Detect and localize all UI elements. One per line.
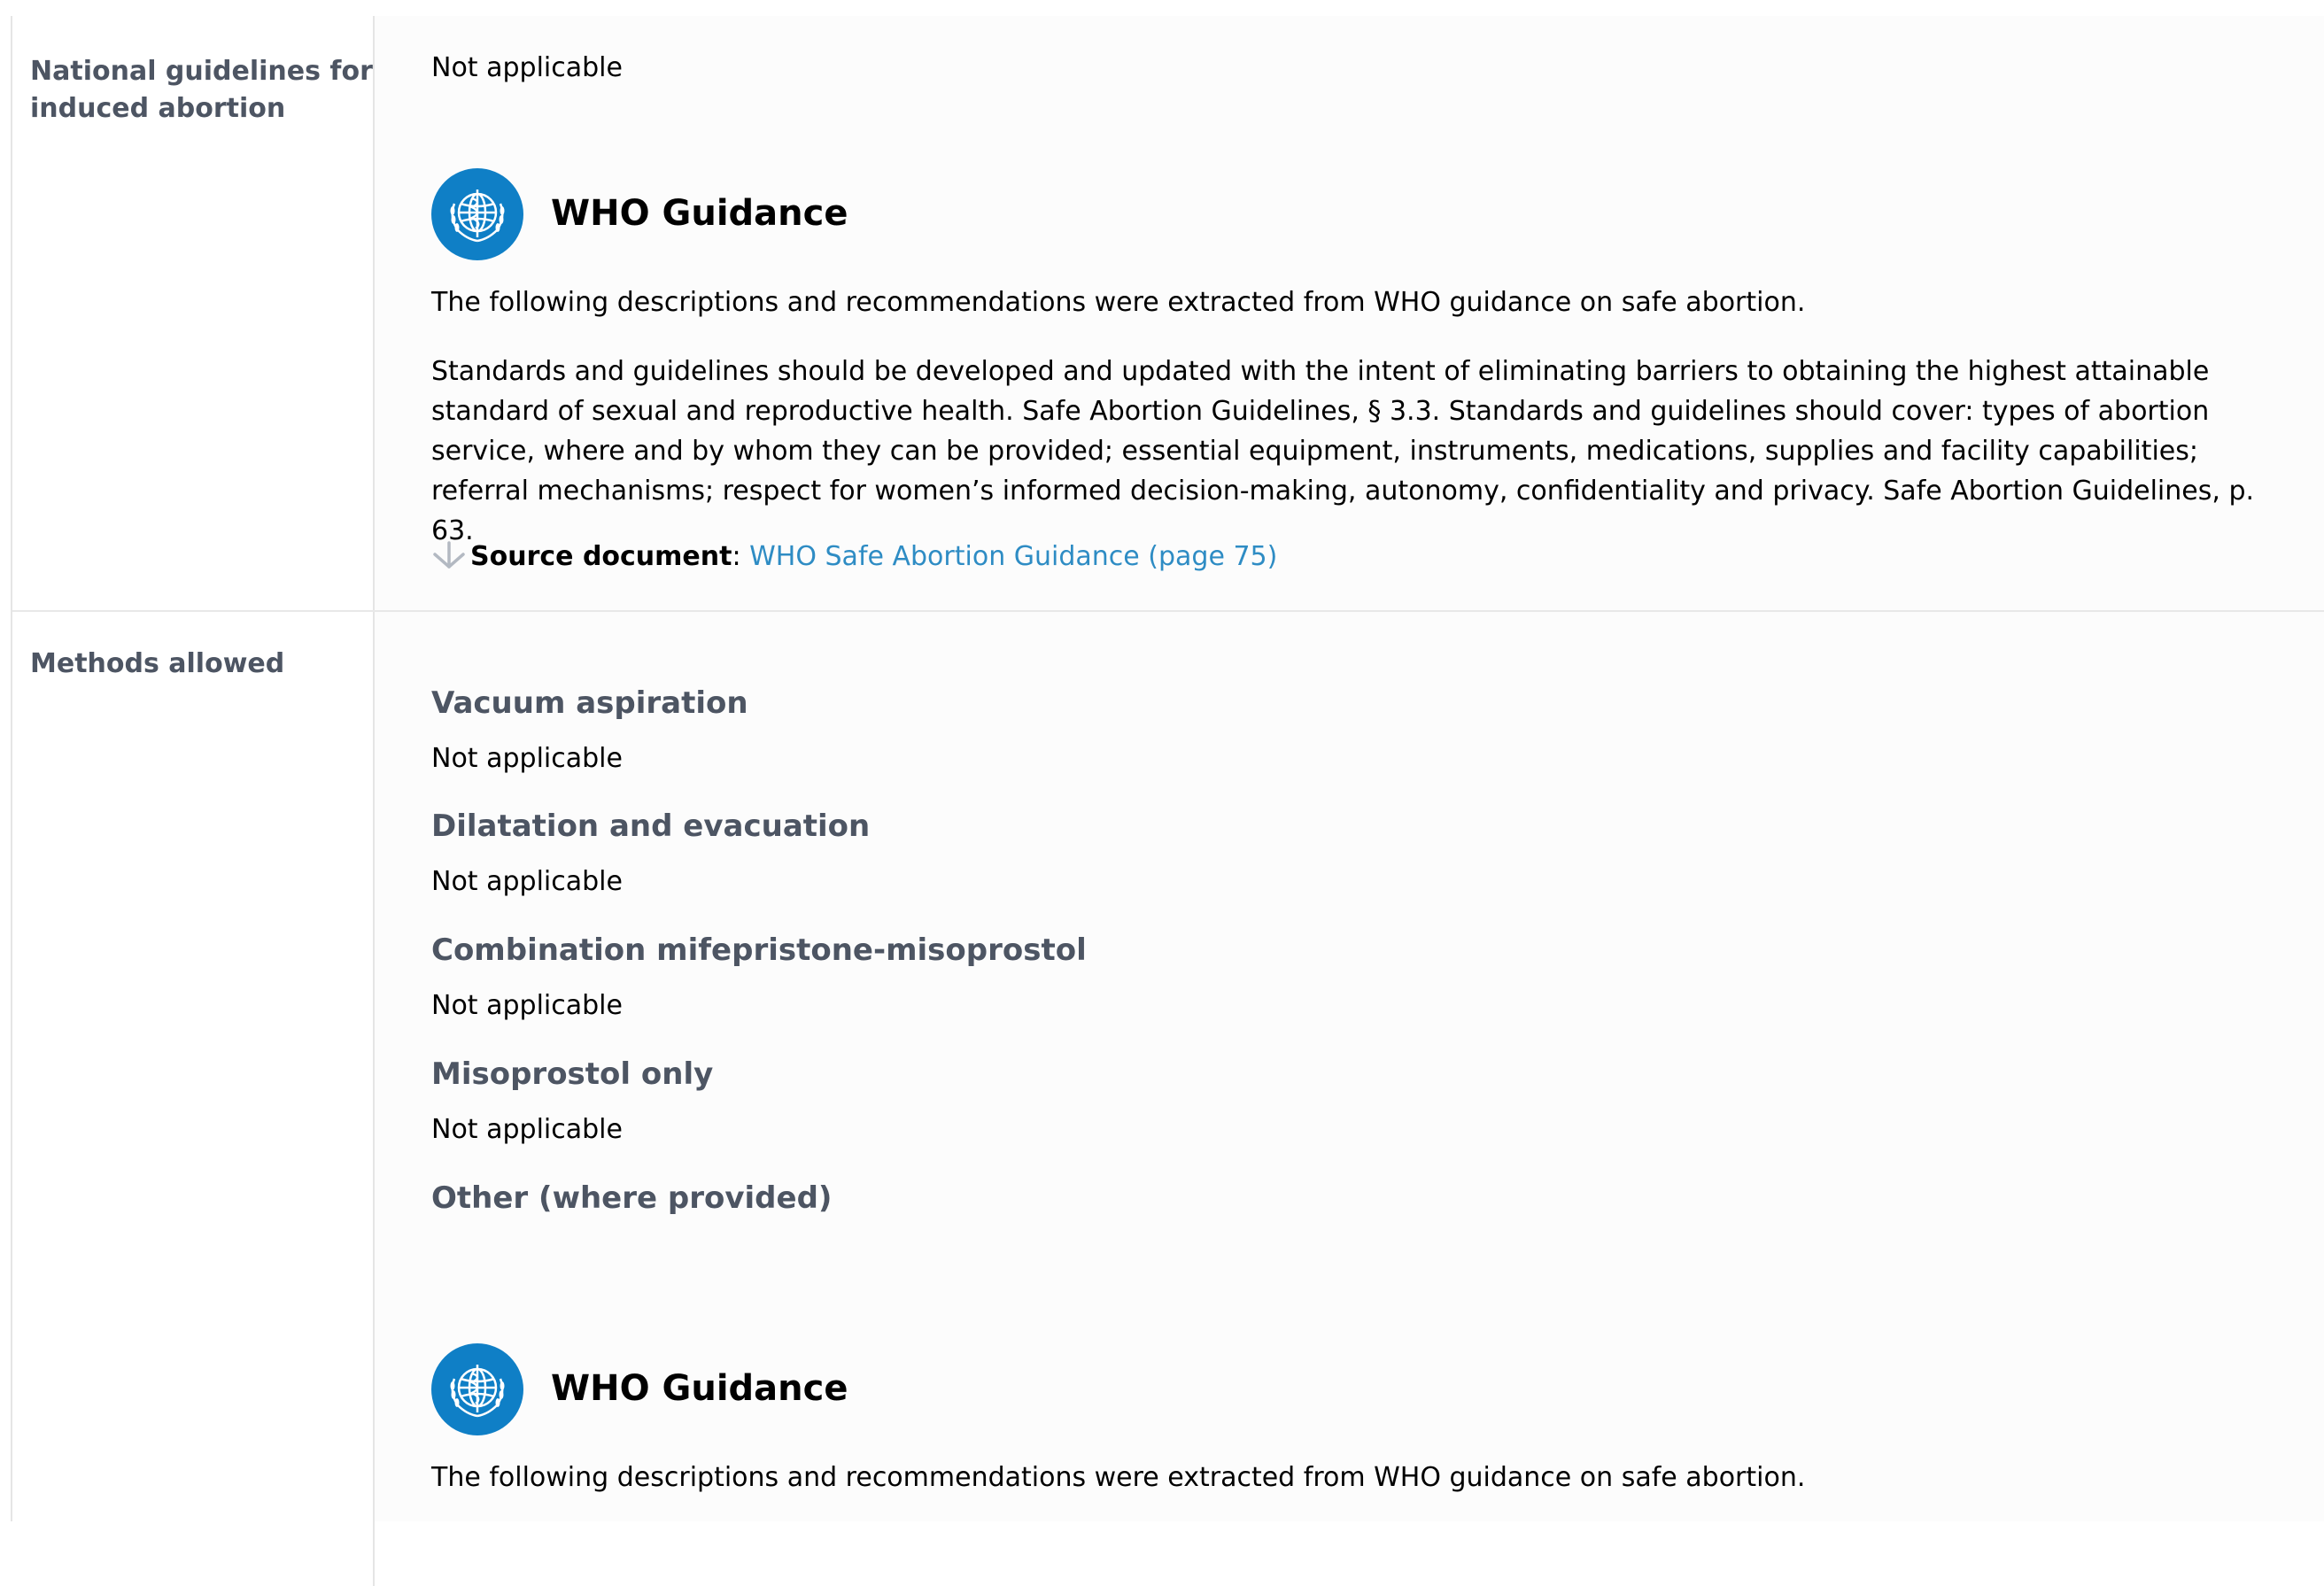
method-value: Not applicable xyxy=(431,743,623,774)
source-document-label: Source document xyxy=(470,541,732,572)
who-guidance-intro: The following descriptions and recommend… xyxy=(431,1462,1806,1493)
row-content-cell: Vacuum aspiration Not applicable Dilatat… xyxy=(431,612,2274,1586)
who-guidance-title: WHO Guidance xyxy=(551,1368,848,1409)
table-row-national-guidelines: National guidelines for induced abortion… xyxy=(12,16,2324,612)
who-guidance-title: WHO Guidance xyxy=(551,193,848,234)
method-heading: Misoprostol only xyxy=(431,1056,714,1092)
method-heading: Vacuum aspiration xyxy=(431,685,748,721)
row-label-cell: Methods allowed xyxy=(12,612,375,1586)
method-heading: Dilatation and evacuation xyxy=(431,808,871,844)
method-value: Not applicable xyxy=(431,866,623,897)
down-arrow-icon xyxy=(431,540,470,570)
row-label: Methods allowed xyxy=(30,648,285,679)
table-row-methods-allowed: Methods allowed Vacuum aspiration Not ap… xyxy=(12,612,2324,1586)
row-label-cell: National guidelines for induced abortion xyxy=(12,16,375,610)
method-heading: Combination mifepristone-misoprostol xyxy=(431,932,1087,968)
row-content-cell: Not applicable WHO Guidance The followin… xyxy=(431,16,2274,610)
who-emblem-icon xyxy=(431,168,523,260)
who-guidance-header: WHO Guidance xyxy=(431,1343,1140,1435)
method-value: Not applicable xyxy=(431,1114,623,1145)
row-label: National guidelines for induced abortion xyxy=(30,56,373,124)
who-guidance-intro: The following descriptions and recommend… xyxy=(431,287,1806,318)
who-guidance-text: Standards and guidelines should be devel… xyxy=(431,356,2255,546)
method-heading: Other (where provided) xyxy=(431,1180,833,1216)
source-document-line: Source document: WHO Safe Abortion Guida… xyxy=(431,537,1277,576)
source-document-link[interactable]: WHO Safe Abortion Guidance (page 75) xyxy=(749,541,1277,572)
country-profile-table: National guidelines for induced abortion… xyxy=(11,16,2324,1586)
source-separator: : xyxy=(732,541,741,572)
who-emblem-icon xyxy=(431,1343,523,1435)
guideline-status: Not applicable xyxy=(431,52,623,83)
method-value: Not applicable xyxy=(431,990,623,1021)
who-guidance-header: WHO Guidance xyxy=(431,168,1140,260)
